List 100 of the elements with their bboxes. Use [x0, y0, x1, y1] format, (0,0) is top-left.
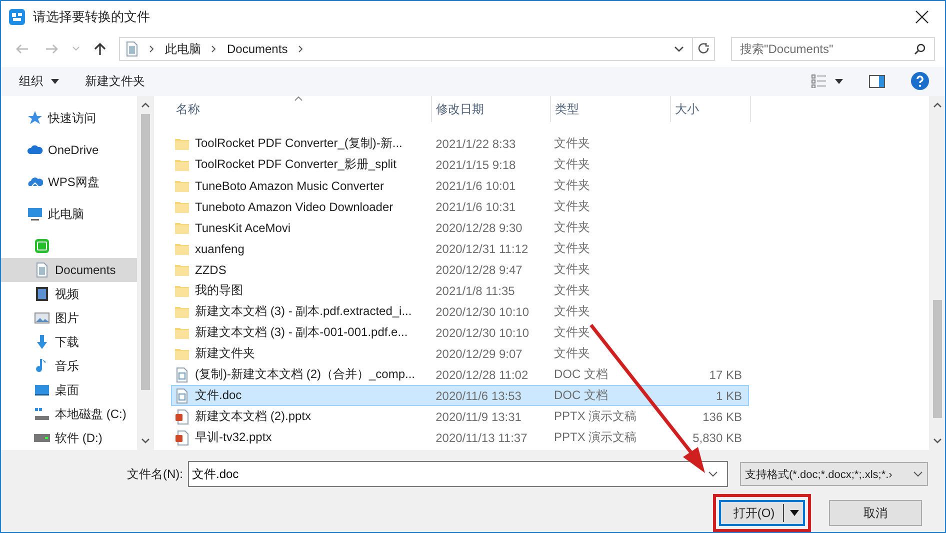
file-row[interactable]: (复制)-新建文本文档 (2)（合并）_comp... 2020/12/28 11:02 DOC 文档 17 KB [171, 364, 749, 385]
type-cell-text: 文件夹 [553, 198, 591, 215]
sidebar-item[interactable]: 下载 [1, 330, 137, 354]
chevron-right-icon [149, 45, 155, 54]
window-title: 请选择要转换的文件 [33, 8, 151, 26]
file-name: TuneBoto Amazon Music Converter [195, 178, 384, 192]
filename-label: 文件名(N): [126, 466, 184, 482]
file-row[interactable]: TunesKit AceMovi 2020/12/28 9:30 文件夹 [171, 217, 749, 238]
chevron-down-icon [708, 471, 718, 477]
refresh-icon [698, 42, 710, 56]
sidebar-item[interactable]: 此电脑 [1, 202, 137, 226]
type-cell-text: 文件夹 [553, 177, 591, 194]
breadcrumb[interactable]: 此电脑 [165, 40, 201, 58]
date-cell-text: 2020/12/28 11:02 [434, 368, 530, 382]
date-cell-text: 2020/12/28 9:47 [434, 262, 524, 276]
date-cell-text: 2020/12/31 11:12 [434, 242, 530, 256]
file-name: (复制)-新建文本文档 (2)（合并）_comp... [195, 366, 416, 383]
file-name: 文件.doc [195, 387, 242, 404]
sidebar-item[interactable]: OneDrive [1, 138, 137, 162]
size-cell-text: 5,830 KB [692, 430, 743, 444]
file-row[interactable]: TuneBoto Amazon Music Converter 2021/1/6 10:01 文件夹 [171, 175, 749, 196]
breadcrumb[interactable]: Documents [227, 42, 288, 56]
file-name: 新建文本文档 (3) - 副本.pdf.extracted_i... [195, 303, 412, 320]
document-icon [34, 262, 50, 278]
date-cell-text: 2021/1/8 11:35 [434, 284, 516, 298]
file-name: ToolRocket PDF Converter_(复制)-新... [195, 135, 402, 152]
date-cell-text: 2020/11/13 11:37 [434, 430, 528, 444]
column-header[interactable]: 类型 [551, 96, 671, 122]
address-bar[interactable]: 此电脑 Documents [119, 37, 715, 62]
column-header[interactable]: 名称 [172, 96, 432, 122]
file-row[interactable]: ZZDS 2020/12/28 9:47 文件夹 [171, 259, 749, 280]
file-row[interactable]: 新建文本文档 (2).pptx 2020/11/9 13:31 PPTX 演示文稿 136 KB [171, 406, 749, 427]
type-cell-text: 文件夹 [553, 261, 591, 278]
type-cell-text: 文件夹 [553, 135, 591, 152]
cancel-button[interactable]: 取消 [829, 500, 922, 526]
file-row[interactable]: Tuneboto Amazon Video Downloader 2021/1/6 10:31 文件夹 [171, 196, 749, 217]
column-header[interactable]: 修改日期 [432, 96, 551, 122]
file-name: ZZDS [195, 262, 226, 276]
file-row[interactable]: 早训-tv32.pptx 2020/11/13 11:37 PPTX 演示文稿 5,830 KB [171, 427, 749, 448]
scrollbar-thumb[interactable] [932, 300, 942, 418]
file-row[interactable]: xuanfeng 2020/12/31 11:12 文件夹 [171, 238, 749, 259]
sidebar-item[interactable]: 软件 (D:) [1, 426, 137, 450]
file-row[interactable]: 新建文本文档 (3) - 副本.pdf.extracted_i... 2020/12/30 10:10 文件夹 [171, 301, 749, 322]
file-row[interactable]: ToolRocket PDF Converter_(复制)-新... 2021/1/22 8:33 文件夹 [171, 133, 749, 154]
date-cell-text: 2021/1/22 8:33 [434, 136, 517, 150]
up-arrow-icon [93, 42, 107, 56]
file-name: 新建文件夹 [195, 345, 255, 362]
date-cell-text: 2020/12/28 9:30 [434, 220, 524, 234]
sidebar-item[interactable]: 图片 [1, 306, 137, 330]
open-button[interactable]: 打开(O) [719, 500, 805, 526]
app-icon [34, 238, 50, 254]
sidebar-item[interactable]: 本地磁盘 (C:) [1, 402, 137, 426]
chevron-right-icon [211, 45, 217, 54]
new-folder-button[interactable]: 新建文件夹 [77, 68, 153, 94]
scrollbar[interactable] [929, 96, 945, 450]
file-row[interactable]: 新建文本文档 (3) - 副本-001-001.pdf.e... 2020/12/30 10:10 文件夹 [171, 322, 749, 343]
date-cell-text: 2020/11/9 13:31 [434, 410, 522, 424]
sidebar-item[interactable]: 视频 [1, 282, 137, 306]
organize-menu-button[interactable]: 组织 [11, 68, 67, 94]
file-row[interactable]: 新建文件夹 2020/12/29 9:07 文件夹 [171, 343, 749, 364]
type-cell-text: 文件夹 [553, 156, 591, 173]
search-field[interactable]: 搜索"Documents" [731, 37, 935, 62]
chevron-down-icon [932, 438, 942, 444]
chevron-up-icon [140, 102, 150, 108]
sidebar-item[interactable]: 音乐 [1, 354, 137, 378]
app-icon [9, 8, 25, 24]
list-view-icon [811, 74, 827, 88]
word-document-icon [174, 366, 190, 382]
file-type-dropdown[interactable]: 支持格式(*.doc;*.docx;*;.xls;*.› [740, 462, 928, 486]
chevron-down-icon [140, 438, 150, 444]
sidebar-item[interactable]: WPS网盘 [1, 170, 137, 194]
scrollbar[interactable] [137, 96, 153, 450]
size-cell-text: 17 KB [708, 368, 743, 382]
sidebar-item[interactable]: 快速访问 [1, 106, 137, 130]
sidebar-item[interactable]: 桌面 [1, 378, 137, 402]
file-row[interactable]: 我的导图 2021/1/8 11:35 文件夹 [171, 280, 749, 301]
presentation-document-icon [174, 408, 190, 424]
chevron-down-icon [913, 471, 923, 477]
file-name: 早训-tv32.pptx [195, 429, 272, 446]
help-icon [911, 72, 929, 90]
file-row[interactable]: 文件.doc 2020/11/6 13:53 DOC 文档 1 KB [171, 385, 749, 406]
document-icon [125, 41, 139, 58]
scrollbar-thumb[interactable] [140, 114, 150, 390]
presentation-document-icon [174, 430, 190, 446]
file-name: xuanfeng [195, 242, 244, 256]
chevron-right-icon [298, 45, 304, 54]
caret-down-icon [790, 510, 799, 516]
sort-up-icon [294, 96, 303, 101]
type-cell-text: PPTX 演示文稿 [553, 408, 638, 425]
caret-down-icon [51, 78, 59, 84]
file-row[interactable]: ToolRocket PDF Converter_影册_split 2021/1/15 9:18 文件夹 [171, 154, 749, 175]
column-header[interactable]: 大小 [671, 96, 751, 122]
type-cell-text: PPTX 演示文稿 [553, 429, 638, 446]
star-icon [27, 110, 43, 126]
date-cell-text: 2021/1/6 10:01 [434, 178, 517, 192]
filename-field[interactable]: 文件.doc [188, 461, 728, 487]
sidebar-item[interactable]: Documents [1, 258, 137, 282]
chevron-up-icon [932, 102, 942, 108]
date-cell-text: 2020/11/6 13:53 [434, 388, 522, 402]
type-cell-text: 文件夹 [553, 324, 591, 341]
